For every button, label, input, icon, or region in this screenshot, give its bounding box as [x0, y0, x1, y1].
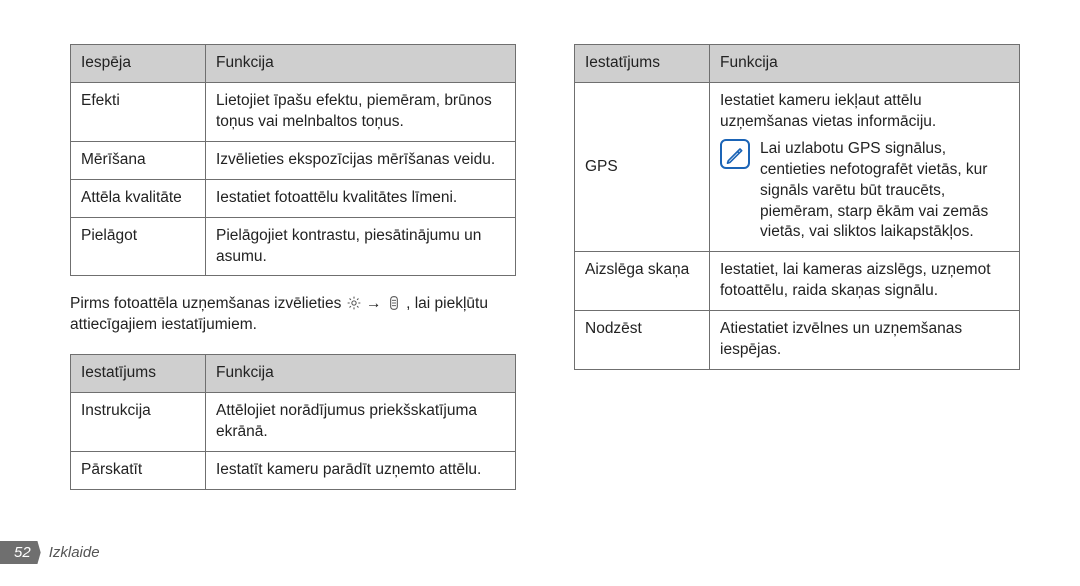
- table-row: Aizslēga skaņa Iestatiet, lai kameras ai…: [575, 252, 1020, 311]
- section-label: Izklaide: [49, 544, 100, 561]
- gear-icon: [346, 295, 362, 311]
- two-column-layout: Iespēja Funkcija Efekti Lietojiet īpašu …: [70, 44, 1020, 506]
- settings-table: Iestatījums Funkcija Instrukcija Attēloj…: [70, 354, 516, 490]
- table-row: Attēla kvalitāte Iestatiet fotoattēlu kv…: [71, 179, 516, 217]
- settings-table: Iestatījums Funkcija GPS Iestatiet kamer…: [574, 44, 1020, 370]
- setting-label: Aizslēga skaņa: [575, 252, 710, 311]
- setting-label: GPS: [575, 82, 710, 251]
- note-text: Lai uzlabotu GPS signālus, centieties ne…: [760, 139, 1009, 244]
- table-row: Pārskatīt Iestatīt kameru parādīt uzņemt…: [71, 452, 516, 490]
- options-table: Iespēja Funkcija Efekti Lietojiet īpašu …: [70, 44, 516, 276]
- setting-desc: Attēlojiet norādījumus priekšskatījuma e…: [206, 393, 516, 452]
- table-header: Funkcija: [206, 45, 516, 83]
- setting-label: Nodzēst: [575, 311, 710, 370]
- table-header: Iestatījums: [575, 45, 710, 83]
- setting-desc: Iestatiet, lai kameras aizslēgs, uzņemot…: [710, 252, 1020, 311]
- setting-desc-line: Iestatiet kameru iekļaut attēlu uzņemšan…: [720, 91, 1009, 133]
- paragraph-text: →: [366, 295, 386, 312]
- page-number: 52: [0, 541, 41, 564]
- option-label: Efekti: [71, 82, 206, 141]
- table-row: Nodzēst Atiestatiet izvēlnes un uzņemšan…: [575, 311, 1020, 370]
- setting-label: Instrukcija: [71, 393, 206, 452]
- note-block: Lai uzlabotu GPS signālus, centieties ne…: [720, 139, 1009, 244]
- option-label: Pielāgot: [71, 217, 206, 276]
- setting-label: Pārskatīt: [71, 452, 206, 490]
- table-row: Mērīšana Izvēlieties ekspozīcijas mērīša…: [71, 141, 516, 179]
- option-desc: Pielāgojiet kontrastu, piesātinājumu un …: [206, 217, 516, 276]
- option-desc: Lietojiet īpašu efektu, piemēram, brūnos…: [206, 82, 516, 141]
- option-desc: Izvēlieties ekspozīcijas mērīšanas veidu…: [206, 141, 516, 179]
- setting-desc: Iestatiet kameru iekļaut attēlu uzņemšan…: [710, 82, 1020, 251]
- option-label: Mērīšana: [71, 141, 206, 179]
- table-row: Pielāgot Pielāgojiet kontrastu, piesātin…: [71, 217, 516, 276]
- table-header: Funkcija: [710, 45, 1020, 83]
- page: Iespēja Funkcija Efekti Lietojiet īpašu …: [0, 0, 1080, 586]
- table-row: Efekti Lietojiet īpašu efektu, piemēram,…: [71, 82, 516, 141]
- right-column: Iestatījums Funkcija GPS Iestatiet kamer…: [574, 44, 1020, 506]
- left-column: Iespēja Funkcija Efekti Lietojiet īpašu …: [70, 44, 516, 506]
- table-header: Funkcija: [206, 355, 516, 393]
- option-desc: Iestatiet fotoattēlu kvalitātes līmeni.: [206, 179, 516, 217]
- setting-desc: Atiestatiet izvēlnes un uzņemšanas iespē…: [710, 311, 1020, 370]
- note-memo-icon: [720, 139, 750, 169]
- setting-desc: Iestatīt kameru parādīt uzņemto attēlu.: [206, 452, 516, 490]
- sliders-icon: [386, 295, 402, 311]
- table-row: GPS Iestatiet kameru iekļaut attēlu uzņe…: [575, 82, 1020, 251]
- paragraph-text: Pirms fotoattēla uzņemšanas izvēlieties: [70, 295, 346, 312]
- table-header: Iespēja: [71, 45, 206, 83]
- option-label: Attēla kvalitāte: [71, 179, 206, 217]
- page-footer: 52 Izklaide: [0, 541, 100, 564]
- instruction-paragraph: Pirms fotoattēla uzņemšanas izvēlieties …: [70, 294, 516, 336]
- table-row: Instrukcija Attēlojiet norādījumus priek…: [71, 393, 516, 452]
- table-header: Iestatījums: [71, 355, 206, 393]
